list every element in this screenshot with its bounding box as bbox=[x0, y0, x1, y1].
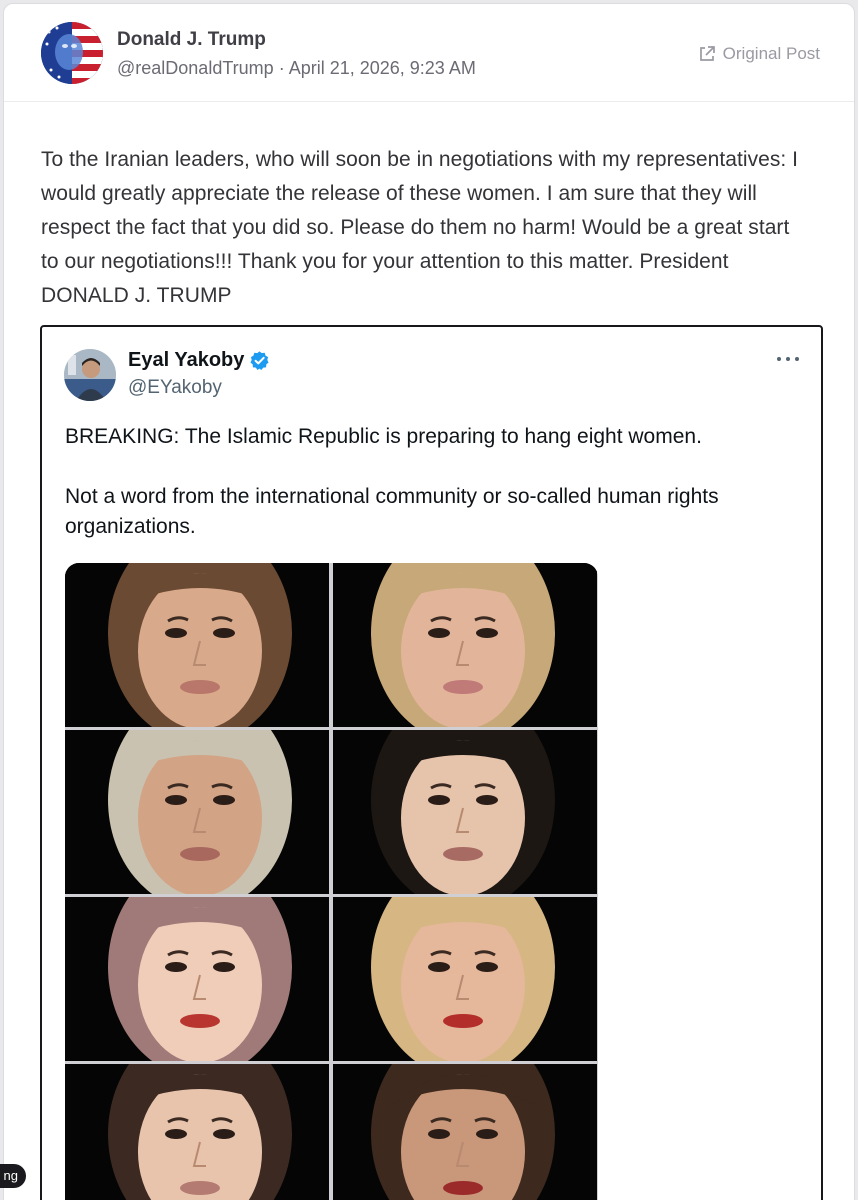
portrait-image bbox=[333, 1064, 597, 1200]
portrait-image bbox=[333, 730, 597, 894]
portrait-photo[interactable] bbox=[65, 897, 329, 1061]
original-post-label: Original Post bbox=[722, 44, 820, 63]
quoted-author-handle[interactable]: @EYakoby bbox=[128, 377, 222, 399]
post-card: Donald J. Trump @realDonaldTrump · April… bbox=[3, 3, 855, 1200]
photo-grid[interactable] bbox=[65, 563, 598, 1200]
profile-photo-image bbox=[64, 349, 116, 401]
author-avatar[interactable] bbox=[41, 22, 103, 84]
post-body-text: To the Iranian leaders, who will soon be… bbox=[41, 148, 799, 307]
portrait-photo[interactable] bbox=[65, 563, 329, 727]
portrait-photo[interactable] bbox=[333, 1064, 597, 1200]
portrait-image bbox=[65, 563, 329, 727]
original-post-link[interactable]: Original Post bbox=[698, 44, 820, 64]
portrait-photo[interactable] bbox=[333, 563, 597, 727]
portrait-photo[interactable] bbox=[333, 730, 597, 894]
portrait-image bbox=[65, 730, 329, 894]
more-options-icon[interactable] bbox=[777, 357, 799, 363]
portrait-image bbox=[333, 897, 597, 1061]
portrait-image bbox=[65, 1064, 329, 1200]
portrait-photo[interactable] bbox=[333, 897, 597, 1061]
author-meta: @realDonaldTrump · April 21, 2026, 9:23 … bbox=[117, 58, 476, 79]
quoted-author-name[interactable]: Eyal Yakoby bbox=[128, 349, 244, 372]
author-handle[interactable]: @realDonaldTrump bbox=[117, 58, 274, 78]
external-link-icon bbox=[699, 46, 715, 61]
author-name[interactable]: Donald J. Trump bbox=[117, 29, 266, 51]
meta-separator: · bbox=[278, 58, 285, 78]
verified-badge-icon bbox=[250, 351, 269, 370]
quoted-paragraph-2: Not a word from the international commun… bbox=[65, 485, 719, 538]
quoted-post[interactable]: Eyal Yakoby @EYakoby BREAKING: The Islam… bbox=[40, 325, 823, 1200]
quoted-author-name-row: Eyal Yakoby bbox=[128, 349, 270, 372]
portrait-photo[interactable] bbox=[65, 730, 329, 894]
post-header: Donald J. Trump @realDonaldTrump · April… bbox=[4, 4, 854, 102]
side-pill[interactable]: ng bbox=[0, 1164, 26, 1188]
quoted-post-text: BREAKING: The Islamic Republic is prepar… bbox=[65, 422, 805, 572]
flag-portrait-image bbox=[41, 22, 103, 84]
portrait-photo[interactable] bbox=[65, 1064, 329, 1200]
portrait-image bbox=[65, 897, 329, 1061]
portrait-image bbox=[333, 563, 597, 727]
quoted-paragraph-1: BREAKING: The Islamic Republic is prepar… bbox=[65, 425, 702, 448]
post-timestamp: April 21, 2026, 9:23 AM bbox=[288, 58, 476, 78]
quoted-author-avatar[interactable] bbox=[64, 349, 116, 401]
